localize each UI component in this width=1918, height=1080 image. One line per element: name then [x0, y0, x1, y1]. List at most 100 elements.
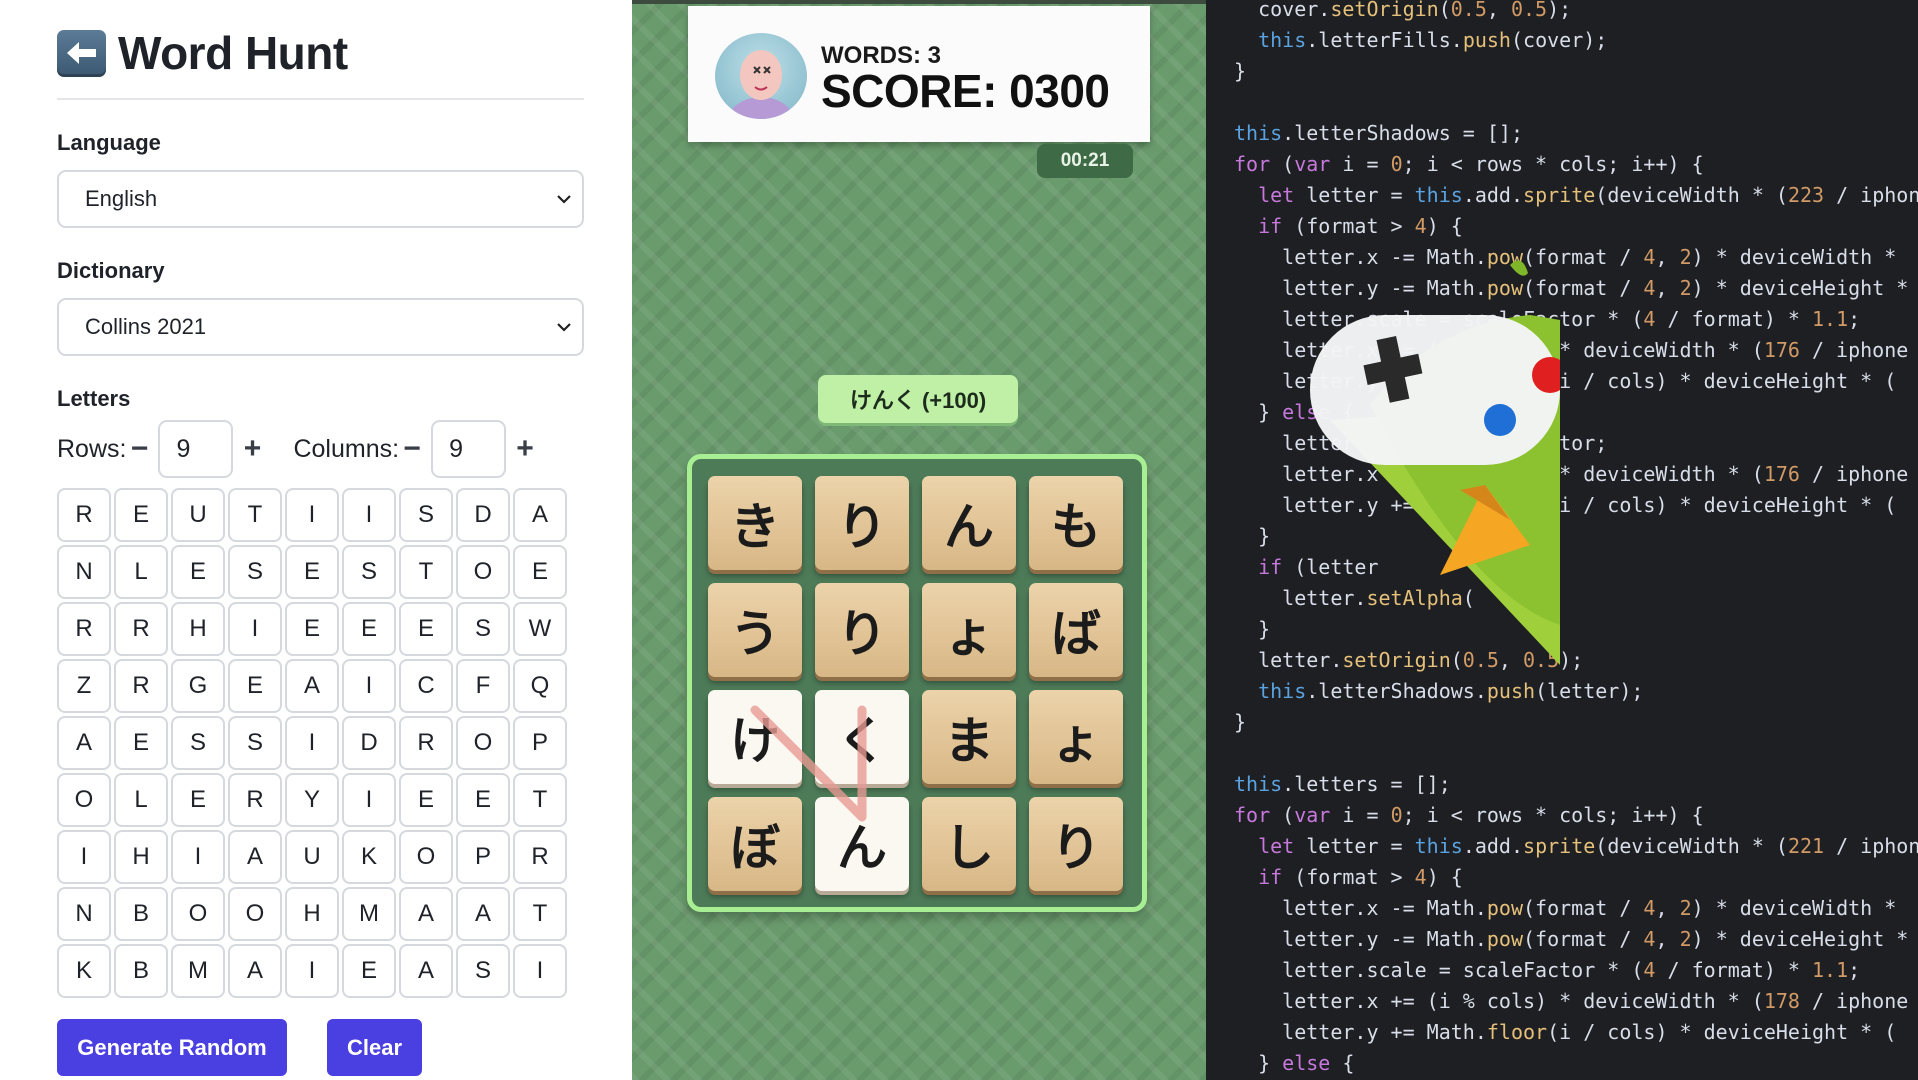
- game-tile[interactable]: き: [708, 476, 802, 570]
- letter-cell[interactable]: I: [285, 488, 339, 542]
- letter-cell[interactable]: E: [456, 773, 510, 827]
- game-tile[interactable]: ん: [815, 797, 909, 891]
- game-tile[interactable]: り: [815, 476, 909, 570]
- letter-cell[interactable]: S: [171, 716, 225, 770]
- letter-cell[interactable]: O: [456, 716, 510, 770]
- letter-cell[interactable]: E: [285, 545, 339, 599]
- letter-cell[interactable]: G: [171, 659, 225, 713]
- letter-cell[interactable]: W: [513, 602, 567, 656]
- letter-cell[interactable]: T: [513, 773, 567, 827]
- game-tile[interactable]: ぼ: [708, 797, 802, 891]
- game-tile[interactable]: く: [815, 690, 909, 784]
- letter-cell[interactable]: A: [399, 887, 453, 941]
- letter-cell[interactable]: T: [228, 488, 282, 542]
- letter-cell[interactable]: B: [114, 944, 168, 998]
- letter-cell[interactable]: D: [456, 488, 510, 542]
- game-tile[interactable]: ま: [922, 690, 1016, 784]
- letter-cell[interactable]: I: [513, 944, 567, 998]
- letter-cell[interactable]: A: [513, 488, 567, 542]
- letter-cell[interactable]: I: [285, 944, 339, 998]
- letter-cell[interactable]: E: [285, 602, 339, 656]
- letter-cell[interactable]: E: [114, 716, 168, 770]
- rows-input[interactable]: 9: [158, 420, 234, 478]
- letter-cell[interactable]: S: [342, 545, 396, 599]
- letter-cell[interactable]: P: [456, 830, 510, 884]
- letter-cell[interactable]: H: [171, 602, 225, 656]
- columns-decrement-button[interactable]: −: [399, 432, 425, 465]
- letter-cell[interactable]: A: [285, 659, 339, 713]
- letter-cell[interactable]: O: [399, 830, 453, 884]
- clear-button[interactable]: Clear: [327, 1019, 422, 1076]
- letter-cell[interactable]: E: [171, 773, 225, 827]
- letter-cell[interactable]: R: [513, 830, 567, 884]
- letter-cell[interactable]: A: [228, 944, 282, 998]
- letter-cell[interactable]: O: [57, 773, 111, 827]
- letter-cell[interactable]: K: [57, 944, 111, 998]
- letter-cell[interactable]: H: [285, 887, 339, 941]
- game-tile[interactable]: ょ: [1029, 690, 1123, 784]
- letter-cell[interactable]: I: [57, 830, 111, 884]
- letter-cell[interactable]: M: [171, 944, 225, 998]
- letter-cell[interactable]: E: [171, 545, 225, 599]
- letter-cell[interactable]: K: [342, 830, 396, 884]
- language-select[interactable]: English: [57, 170, 584, 228]
- letter-cell[interactable]: E: [399, 773, 453, 827]
- generate-random-button[interactable]: Generate Random: [57, 1019, 287, 1076]
- letter-cell[interactable]: Y: [285, 773, 339, 827]
- columns-increment-button[interactable]: +: [512, 432, 538, 465]
- letter-cell[interactable]: O: [171, 887, 225, 941]
- letter-cell[interactable]: A: [57, 716, 111, 770]
- letter-cell[interactable]: A: [399, 944, 453, 998]
- letter-cell[interactable]: O: [456, 545, 510, 599]
- letter-cell[interactable]: E: [342, 944, 396, 998]
- letter-cell[interactable]: R: [114, 602, 168, 656]
- game-tile[interactable]: も: [1029, 476, 1123, 570]
- letter-cell[interactable]: S: [456, 944, 510, 998]
- letter-cell[interactable]: B: [114, 887, 168, 941]
- dictionary-select[interactable]: Collins 2021: [57, 298, 584, 356]
- letter-cell[interactable]: R: [57, 488, 111, 542]
- letter-cell[interactable]: U: [285, 830, 339, 884]
- letter-cell[interactable]: E: [342, 602, 396, 656]
- letter-cell[interactable]: I: [342, 488, 396, 542]
- letter-cell[interactable]: D: [342, 716, 396, 770]
- letter-cell[interactable]: C: [399, 659, 453, 713]
- letter-cell[interactable]: I: [342, 659, 396, 713]
- game-tile[interactable]: ん: [922, 476, 1016, 570]
- letter-cell[interactable]: I: [228, 602, 282, 656]
- letter-cell[interactable]: U: [171, 488, 225, 542]
- rows-decrement-button[interactable]: −: [126, 432, 152, 465]
- letter-cell[interactable]: A: [456, 887, 510, 941]
- letter-cell[interactable]: F: [456, 659, 510, 713]
- letter-cell[interactable]: E: [399, 602, 453, 656]
- letter-cell[interactable]: S: [399, 488, 453, 542]
- letter-cell[interactable]: A: [228, 830, 282, 884]
- letter-cell[interactable]: N: [57, 887, 111, 941]
- letter-cell[interactable]: Q: [513, 659, 567, 713]
- game-tile[interactable]: ょ: [922, 583, 1016, 677]
- game-tile[interactable]: け: [708, 690, 802, 784]
- letter-cell[interactable]: H: [114, 830, 168, 884]
- letter-cell[interactable]: R: [399, 716, 453, 770]
- game-tile[interactable]: り: [815, 583, 909, 677]
- game-tile[interactable]: り: [1029, 797, 1123, 891]
- columns-input[interactable]: 9: [431, 420, 507, 478]
- letter-cell[interactable]: E: [513, 545, 567, 599]
- game-tile[interactable]: う: [708, 583, 802, 677]
- letter-cell[interactable]: E: [114, 488, 168, 542]
- game-tile[interactable]: ば: [1029, 583, 1123, 677]
- letter-cell[interactable]: R: [114, 659, 168, 713]
- letter-cell[interactable]: R: [57, 602, 111, 656]
- letter-cell[interactable]: S: [228, 716, 282, 770]
- letter-cell[interactable]: L: [114, 773, 168, 827]
- rows-increment-button[interactable]: +: [239, 432, 265, 465]
- letter-cell[interactable]: M: [342, 887, 396, 941]
- letter-cell[interactable]: L: [114, 545, 168, 599]
- letter-cell[interactable]: E: [228, 659, 282, 713]
- game-tile[interactable]: し: [922, 797, 1016, 891]
- letter-cell[interactable]: S: [228, 545, 282, 599]
- letter-cell[interactable]: O: [228, 887, 282, 941]
- letter-cell[interactable]: I: [171, 830, 225, 884]
- letter-cell[interactable]: R: [228, 773, 282, 827]
- back-arrow-icon[interactable]: [57, 29, 106, 77]
